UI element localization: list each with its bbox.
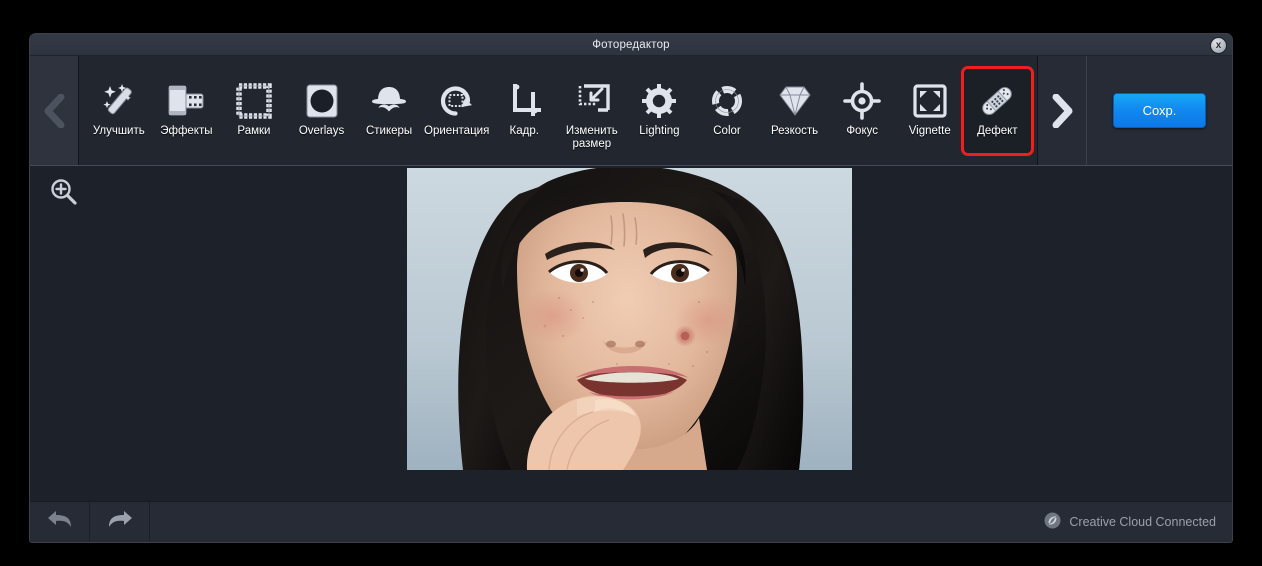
toolbar-next-button[interactable] [1038, 56, 1086, 165]
photo-editor-window: Фоторедактор x Улучшить Эффекты Рамки Ov… [30, 34, 1232, 542]
tool-toolbar: Улучшить Эффекты Рамки Overlays Стикеры … [30, 56, 1232, 166]
tool-stickers[interactable]: Стикеры [355, 69, 423, 153]
frame-icon [235, 79, 273, 123]
close-icon[interactable]: x [1211, 38, 1226, 53]
tool-label: Изменить размер [565, 124, 618, 150]
creative-cloud-label: Creative Cloud Connected [1069, 514, 1216, 529]
chevron-left-icon [41, 93, 67, 128]
toolbar-prev-button[interactable] [30, 56, 78, 165]
creative-cloud-icon [1044, 512, 1061, 532]
overlay-circle-icon [303, 79, 341, 123]
tool-label: Ориентация [424, 124, 490, 137]
vignette-icon [911, 79, 949, 123]
tool-list: Улучшить Эффекты Рамки Overlays Стикеры … [78, 56, 1038, 165]
tool-label: Color [713, 124, 741, 137]
window-titlebar: Фоторедактор x [30, 34, 1232, 56]
status-spacer [150, 502, 1044, 541]
magic-wand-icon [99, 79, 139, 123]
tool-resize[interactable]: Изменить размер [558, 69, 626, 153]
tool-effects[interactable]: Эффекты [153, 69, 221, 153]
bandage-icon [976, 79, 1018, 123]
tool-label: Стикеры [365, 124, 413, 137]
tool-sharpness[interactable]: Резкость [761, 69, 829, 153]
redo-arrow-icon [107, 508, 133, 535]
redo-button[interactable] [90, 502, 150, 541]
resize-icon [572, 79, 612, 123]
undo-arrow-icon [47, 508, 73, 535]
tool-color[interactable]: Color [693, 69, 761, 153]
tool-label: Улучшить [92, 124, 145, 137]
tool-lighting[interactable]: Lighting [626, 69, 694, 153]
creative-cloud-status: Creative Cloud Connected [1044, 502, 1232, 541]
color-wheel-icon [708, 79, 746, 123]
tool-label: Vignette [908, 124, 951, 137]
hat-mustache-icon [368, 79, 410, 123]
tool-label: Эффекты [160, 124, 213, 137]
tool-label: Дефект [977, 124, 1018, 137]
tool-blemish[interactable]: Дефект [963, 68, 1032, 153]
chevron-right-icon [1049, 93, 1075, 128]
tool-frames[interactable]: Рамки [220, 69, 288, 153]
rotate-icon [437, 79, 477, 123]
tool-orientation[interactable]: Ориентация [423, 69, 491, 153]
tool-vignette[interactable]: Vignette [896, 69, 964, 153]
tool-label: Overlays [298, 124, 345, 137]
edited-photo[interactable] [407, 168, 852, 470]
status-bar: Creative Cloud Connected [30, 501, 1232, 541]
tool-focus[interactable]: Фокус [828, 69, 896, 153]
tool-label: Фокус [846, 124, 878, 137]
crop-icon [505, 79, 543, 123]
tool-label: Lighting [639, 124, 680, 137]
tool-label: Кадр. [509, 124, 539, 137]
tool-label: Резкость [770, 124, 819, 137]
target-icon [843, 79, 881, 123]
tool-label: Рамки [237, 124, 271, 137]
window-title: Фоторедактор [592, 38, 670, 51]
save-area: Сохр. [1086, 56, 1232, 165]
sun-icon [640, 79, 678, 123]
zoom-in-icon[interactable] [44, 172, 84, 212]
tool-enhance[interactable]: Улучшить [85, 69, 153, 153]
tool-crop[interactable]: Кадр. [490, 69, 558, 153]
undo-button[interactable] [30, 502, 90, 541]
tool-overlays[interactable]: Overlays [288, 69, 356, 153]
diamond-icon [776, 79, 814, 123]
image-canvas[interactable] [30, 166, 1232, 501]
save-button[interactable]: Сохр. [1113, 93, 1206, 128]
film-roll-icon [165, 79, 207, 123]
